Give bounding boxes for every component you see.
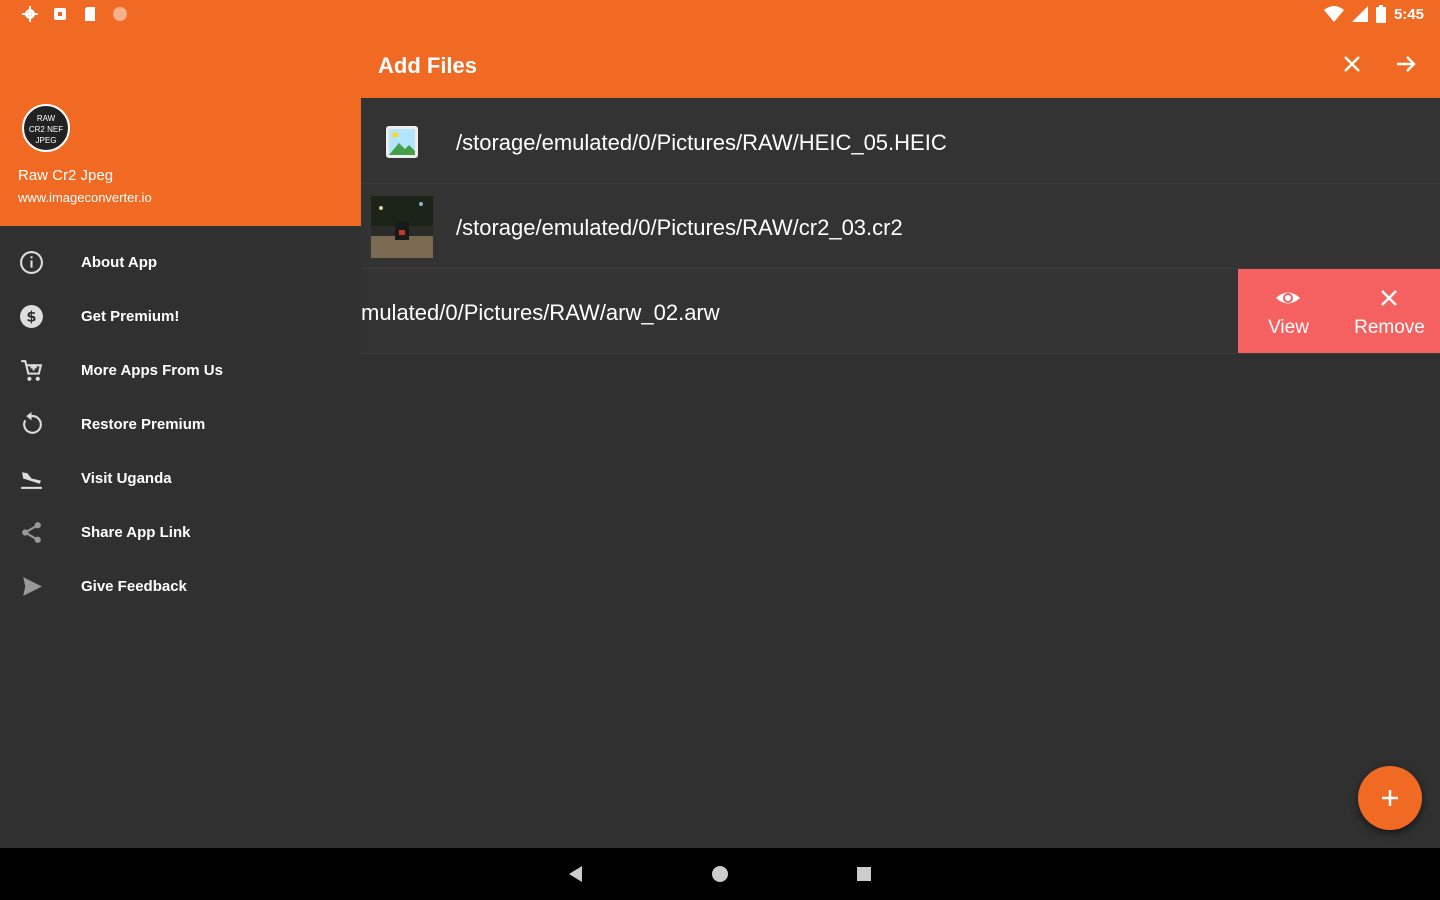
list-item[interactable]: mulated/0/Pictures/RAW/arw_02.arw View R… xyxy=(361,269,1440,354)
menu-item-give-feedback[interactable]: Give Feedback xyxy=(0,559,361,613)
menu-label: About App xyxy=(81,253,158,271)
menu-label: Restore Premium xyxy=(81,415,206,433)
info-icon xyxy=(20,251,43,274)
page-title: Add Files xyxy=(378,53,478,78)
circle-icon xyxy=(112,6,128,22)
add-file-button[interactable] xyxy=(1358,766,1422,830)
wifi-icon xyxy=(1323,6,1344,22)
drawer-header: RAW CR2 NEF JPEG Raw Cr2 Jpeg www.imagec… xyxy=(0,28,361,226)
eye-icon xyxy=(1276,292,1300,304)
remove-label: Remove xyxy=(1354,317,1425,338)
app-logo: RAW CR2 NEF JPEG xyxy=(22,104,70,152)
share-icon xyxy=(22,522,41,543)
file-path: /storage/emulated/0/Pictures/RAW/cr2_03.… xyxy=(456,215,903,240)
close-icon[interactable] xyxy=(1340,52,1364,76)
view-button[interactable]: View xyxy=(1238,269,1339,353)
menu-label: More Apps From Us xyxy=(81,361,223,379)
plus-icon xyxy=(1382,790,1398,806)
restore-icon xyxy=(23,412,42,434)
remove-button[interactable]: Remove xyxy=(1339,269,1440,353)
back-icon[interactable] xyxy=(566,865,584,883)
cart-icon xyxy=(21,360,43,381)
drawer-app-name: Raw Cr2 Jpeg xyxy=(18,167,114,184)
sd-card-icon xyxy=(82,6,98,22)
menu-item-more-apps[interactable]: More Apps From Us xyxy=(0,343,361,397)
home-icon[interactable] xyxy=(711,865,729,883)
plane-landing-icon xyxy=(21,472,42,489)
list-item[interactable]: /storage/emulated/0/Pictures/RAW/HEIC_05… xyxy=(361,99,1440,184)
menu-label: Visit Uganda xyxy=(81,469,172,487)
status-icons-left xyxy=(22,6,128,22)
drawer-menu: About App $ Get Premium! More Apps From … xyxy=(0,235,361,613)
arrow-forward-icon[interactable] xyxy=(1394,52,1418,76)
dollar-icon: $ xyxy=(20,305,43,328)
status-time: 5:45 xyxy=(1393,5,1424,23)
list-item[interactable]: /storage/emulated/0/Pictures/RAW/cr2_03.… xyxy=(361,184,1440,269)
image-placeholder-icon xyxy=(386,126,418,158)
svg-text:$: $ xyxy=(26,309,36,326)
file-list: /storage/emulated/0/Pictures/RAW/HEIC_05… xyxy=(361,99,1440,354)
notification-icon xyxy=(52,6,68,22)
drawer-website[interactable]: www.imageconverter.io xyxy=(18,190,152,205)
app-bar: Add Files xyxy=(361,28,1440,98)
battery-icon xyxy=(1375,5,1386,23)
menu-label: Give Feedback xyxy=(81,577,187,595)
menu-label: Get Premium! xyxy=(81,307,180,325)
menu-item-about-app[interactable]: About App xyxy=(0,235,361,289)
navigation-bar xyxy=(0,848,1440,900)
close-icon xyxy=(1381,290,1397,306)
photo-thumbnail xyxy=(371,196,433,258)
recents-icon[interactable] xyxy=(856,866,872,882)
swipe-actions: View Remove xyxy=(1238,269,1440,353)
gear-icon xyxy=(22,6,38,22)
status-bar: 5:45 xyxy=(0,0,1440,28)
menu-label: Share App Link xyxy=(81,523,191,541)
send-icon xyxy=(23,577,42,596)
status-icons-right: 5:45 xyxy=(1323,5,1424,23)
menu-item-share-app[interactable]: Share App Link xyxy=(0,505,361,559)
file-path: /storage/emulated/0/Pictures/RAW/HEIC_05… xyxy=(456,130,947,155)
menu-item-visit-uganda[interactable]: Visit Uganda xyxy=(0,451,361,505)
menu-item-restore-premium[interactable]: Restore Premium xyxy=(0,397,361,451)
signal-icon xyxy=(1351,6,1368,22)
file-path: mulated/0/Pictures/RAW/arw_02.arw xyxy=(361,300,720,325)
view-label: View xyxy=(1268,317,1309,338)
menu-item-get-premium[interactable]: $ Get Premium! xyxy=(0,289,361,343)
